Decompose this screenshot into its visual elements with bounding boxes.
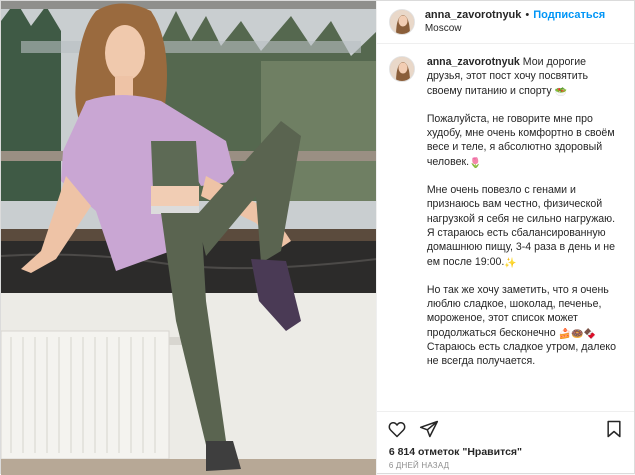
post-header: anna_zavorotnyuk • Подписаться Moscow — [376, 1, 634, 44]
sweets-emoji: 🍰🍩🍫 — [558, 328, 596, 340]
bookmark-icon[interactable] — [604, 419, 624, 439]
caption-avatar-image — [389, 57, 414, 81]
likes-count[interactable]: 6 814 отметок "Нравится" — [377, 445, 634, 461]
header-text: anna_zavorotnyuk • Подписаться Moscow — [425, 9, 605, 35]
tulip-emoji: 🌷 — [469, 157, 482, 169]
caption-paragraph-3: Мне очень повезло с генами и признаюсь в… — [426, 184, 616, 268]
caption-first-paragraph: anna_zavorotnyuk Мои дорогие друзья, это… — [427, 55, 617, 98]
caption-paragraph-4-block: Но так же хочу заметить, что я очень люб… — [427, 283, 617, 369]
caption-paragraph-5: Стараюсь есть сладкое утром, далеко не в… — [426, 341, 617, 368]
location-link[interactable]: Moscow — [425, 22, 605, 35]
comments-section: anna_zavorotnyuk Мои дорогие друзья, это… — [377, 44, 634, 411]
header-name-row: anna_zavorotnyuk • Подписаться — [425, 9, 605, 22]
post-timestamp[interactable]: 6 ДНЕЙ НАЗАД — [377, 461, 634, 475]
caption-body: anna_zavorotnyuk Мои дорогие друзья, это… — [427, 55, 617, 369]
caption-paragraph-2: Пожалуйста, не говорите мне про худобу, … — [426, 112, 615, 168]
salad-emoji: 🥗 — [554, 86, 568, 98]
header-username[interactable]: anna_zavorotnyuk — [425, 9, 522, 22]
photo-illustration — [1, 1, 376, 475]
paper-plane-icon[interactable] — [419, 419, 439, 439]
author-avatar[interactable] — [388, 9, 415, 35]
caption-avatar[interactable] — [388, 56, 415, 82]
post-sidebar: anna_zavorotnyuk • Подписаться Moscow an… — [375, 1, 634, 475]
avatar-image — [389, 10, 414, 34]
caption-username[interactable]: anna_zavorotnyuk — [427, 56, 520, 68]
caption-paragraph-3-block: Мне очень повезло с генами и признаюсь в… — [427, 183, 617, 269]
caption-paragraph-2-block: Пожалуйста, не говорите мне про худобу, … — [427, 112, 617, 169]
header-separator: • — [525, 9, 530, 21]
instagram-post: anna_zavorotnyuk • Подписаться Moscow an… — [0, 0, 635, 475]
post-photo[interactable] — [1, 1, 376, 475]
caption: anna_zavorotnyuk Мои дорогие друзья, это… — [388, 55, 624, 369]
sparkles-emoji: ✨ — [504, 257, 517, 269]
follow-button[interactable]: Подписаться — [533, 9, 605, 22]
heart-icon[interactable] — [387, 419, 407, 439]
action-bar — [376, 411, 634, 445]
